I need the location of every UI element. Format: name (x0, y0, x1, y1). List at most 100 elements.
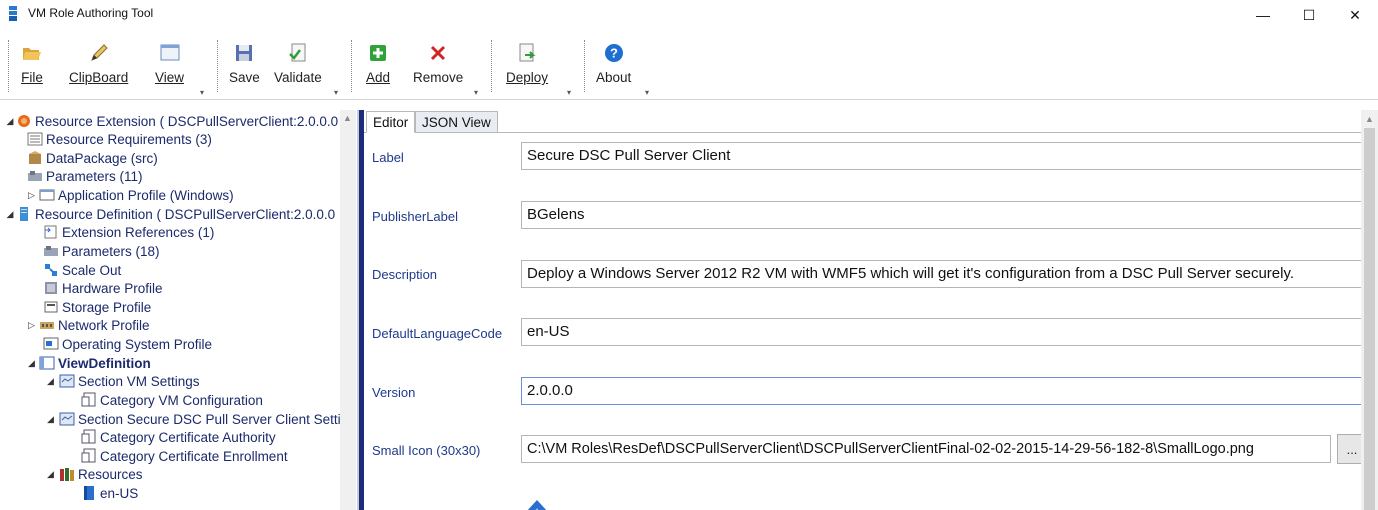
tree-node-label: Parameters (18) (62, 243, 160, 259)
tree-node-label: Category Certificate Enrollment (100, 448, 288, 464)
tree-node-resources[interactable]: ◢ Resources (42, 465, 143, 483)
tree-scrollbar[interactable]: ▲ (340, 110, 356, 510)
label-caption: Label (372, 150, 404, 165)
category-icon (81, 429, 96, 444)
minimize-button[interactable]: — (1240, 0, 1286, 30)
tree-node-parameters-18[interactable]: Parameters (18) (43, 242, 160, 260)
group-separator (8, 40, 9, 92)
tree-node-resource-requirements[interactable]: Resource Requirements (3) (27, 130, 212, 148)
parameters-icon (28, 171, 42, 181)
clipboard-button[interactable]: ClipBoard (69, 42, 128, 85)
blue-question-icon: ? (604, 44, 623, 62)
tree-node-label: Section VM Settings (78, 373, 200, 389)
package-icon (29, 151, 41, 164)
group-separator (351, 40, 352, 92)
dropdown-chevron-icon[interactable]: ▾ (200, 88, 204, 97)
tree-node-label: Parameters (11) (46, 168, 143, 184)
tree-node-parameters-11[interactable]: Parameters (11) (27, 167, 143, 185)
file-button[interactable]: File (21, 42, 43, 85)
version-field[interactable]: 2.0.0.0 (521, 377, 1363, 405)
tree-node-category-vm-configuration[interactable]: Category VM Configuration (81, 391, 263, 409)
group-separator (217, 40, 218, 92)
window-title: VM Role Authoring Tool (28, 6, 154, 20)
clipboard-label: ClipBoard (69, 70, 129, 85)
small-icon-preview (527, 500, 547, 510)
dropdown-chevron-icon[interactable]: ▾ (645, 88, 649, 97)
collapse-arrow-icon[interactable]: ◢ (42, 469, 59, 480)
tree-node-hardware-profile[interactable]: Hardware Profile (43, 279, 163, 297)
tree-node-label: Application Profile (Windows) (58, 187, 234, 203)
publisher-label-caption: PublisherLabel (372, 209, 459, 224)
label-field[interactable]: Secure DSC Pull Server Client (521, 142, 1363, 170)
view-definition-icon (39, 356, 55, 370)
pane-splitter[interactable] (357, 110, 364, 510)
tree-node-category-certificate-authority[interactable]: Category Certificate Authority (81, 428, 276, 446)
collapse-arrow-icon[interactable]: ◢ (24, 358, 39, 369)
tree-node-label: Scale Out (62, 262, 122, 278)
scale-out-icon (45, 264, 57, 276)
scroll-up-icon[interactable]: ▲ (1365, 114, 1374, 124)
tree-node-resource-definition[interactable]: ◢ Resource Definition ( DSCPullServerCli… (4, 205, 336, 223)
maximize-button[interactable]: ☐ (1286, 0, 1332, 30)
tree-node-extension-references[interactable]: Extension References (1) (43, 223, 214, 241)
small-icon-path-field[interactable]: C:\VM Roles\ResDef\DSCPullServerClient\D… (521, 435, 1331, 463)
editor-scrollbar[interactable]: ▲ (1361, 110, 1378, 510)
tree-node-datapackage[interactable]: DataPackage (src) (27, 149, 158, 167)
tree-node-scale-out[interactable]: Scale Out (43, 261, 121, 279)
collapse-arrow-icon[interactable]: ◢ (4, 209, 16, 220)
list-icon (27, 132, 43, 146)
about-button[interactable]: ? About (596, 42, 631, 85)
view-button[interactable]: View (155, 42, 184, 85)
tree-node-application-profile[interactable]: ▷ Application Profile (Windows) (24, 186, 234, 204)
dropdown-chevron-icon[interactable]: ▾ (567, 88, 571, 97)
save-label: Save (229, 70, 260, 85)
deploy-button[interactable]: Deploy (506, 42, 548, 85)
tree-node-label: Resource Definition ( DSCPullServerClien… (35, 206, 336, 222)
description-field[interactable]: Deploy a Windows Server 2012 R2 VM with … (521, 260, 1363, 288)
resource-extension-icon (18, 115, 30, 127)
app-icon (9, 6, 17, 21)
tab-json-view[interactable]: JSON View (415, 111, 498, 133)
dropdown-chevron-icon[interactable]: ▾ (474, 88, 478, 97)
server-icon (20, 207, 28, 221)
tree-node-resource-extension[interactable]: ◢ Resource Extension ( DSCPullServerClie… (4, 112, 339, 130)
close-button[interactable]: ✕ (1332, 0, 1378, 30)
category-icon (81, 392, 96, 407)
save-button[interactable]: Save (229, 42, 260, 85)
book-icon (84, 486, 94, 500)
tree-node-section-vm-settings[interactable]: ◢ Section VM Settings (42, 372, 200, 390)
expand-arrow-icon[interactable]: ▷ (24, 190, 39, 201)
publisher-label-field[interactable]: BGelens (521, 201, 1363, 229)
collapse-arrow-icon[interactable]: ◢ (4, 116, 16, 127)
remove-button[interactable]: Remove (413, 42, 463, 85)
view-label: View (155, 70, 185, 85)
tab-editor[interactable]: Editor (366, 111, 416, 133)
about-label: About (596, 70, 632, 85)
scroll-up-icon[interactable]: ▲ (343, 113, 352, 123)
collapse-arrow-icon[interactable]: ◢ (42, 414, 59, 425)
application-icon (39, 189, 55, 201)
green-plus-icon (370, 45, 387, 61)
expand-arrow-icon[interactable]: ▷ (24, 320, 39, 331)
add-button[interactable]: Add (366, 42, 390, 85)
dropdown-chevron-icon[interactable]: ▾ (334, 88, 338, 97)
tree-node-label: DataPackage (src) (46, 150, 158, 166)
collapse-arrow-icon[interactable]: ◢ (42, 376, 59, 387)
default-language-field[interactable]: en-US (521, 318, 1363, 346)
validate-document-icon (289, 43, 306, 62)
tree-node-viewdefinition[interactable]: ◢ ViewDefinition (24, 354, 151, 372)
remove-label: Remove (413, 70, 464, 85)
close-icon: ✕ (1349, 6, 1361, 23)
scrollbar-thumb[interactable] (1364, 128, 1375, 510)
tree-node-label: Category VM Configuration (100, 392, 263, 408)
tree-node-label: Resource Requirements (3) (46, 131, 212, 147)
tree-node-category-certificate-enrollment[interactable]: Category Certificate Enrollment (81, 447, 288, 465)
tree-node-network-profile[interactable]: ▷ Network Profile (24, 316, 150, 334)
tree-node-section-secure-dsc[interactable]: ◢ Section Secure DSC Pull Server Client … (42, 410, 341, 428)
version-caption: Version (372, 385, 416, 400)
tree-node-os-profile[interactable]: Operating System Profile (43, 335, 212, 353)
validate-button[interactable]: Validate (274, 42, 322, 85)
tree-node-en-us[interactable]: en-US (81, 484, 138, 502)
tree-node-storage-profile[interactable]: Storage Profile (43, 298, 151, 316)
ribbon-toolbar: File ClipBoard View ▾ Save Validate ▾ Ad… (0, 30, 1378, 100)
